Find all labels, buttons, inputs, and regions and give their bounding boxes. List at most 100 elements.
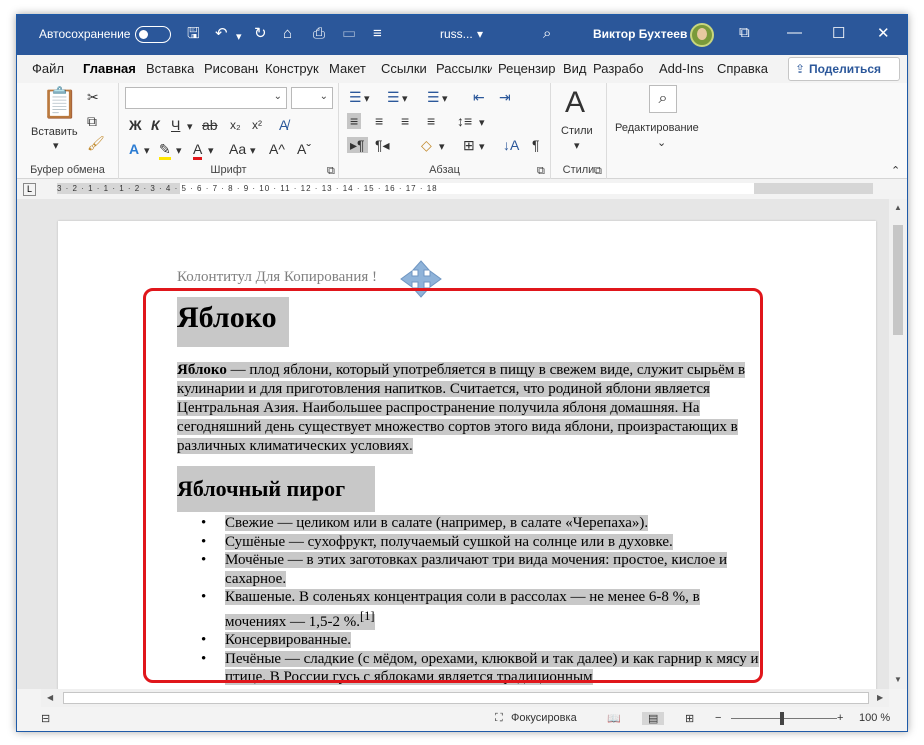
paste-icon[interactable]: 📋 [41, 89, 78, 119]
print-layout-icon[interactable]: ▤ [642, 712, 665, 725]
zoom-level[interactable]: 100 % [859, 712, 890, 724]
paragraph-dialog-launcher-icon[interactable]: ⧉ [537, 163, 545, 179]
tab-mailings[interactable]: Рассылки [436, 61, 492, 76]
styles-dropdown-icon[interactable]: ▾ [574, 138, 580, 154]
shrink-font-button[interactable]: Aˇ [297, 141, 311, 157]
filename-dropdown-icon[interactable]: ▾ [477, 27, 483, 41]
tab-review[interactable]: Рецензир [498, 61, 556, 76]
tab-file[interactable]: Файл [32, 61, 64, 76]
cut-icon[interactable]: ✂ [87, 89, 99, 105]
document-filename[interactable]: russ... [440, 27, 473, 41]
shading-icon[interactable]: ◇ [421, 137, 432, 153]
read-mode-icon[interactable]: 📖 [607, 712, 621, 725]
avatar[interactable] [690, 23, 714, 47]
close-icon[interactable]: ✕ [877, 24, 890, 42]
styles-icon[interactable]: A [565, 87, 585, 119]
tab-selector[interactable]: L [23, 183, 36, 196]
footnote-ref[interactable]: [1] [360, 609, 375, 623]
horizontal-ruler[interactable]: 3 · 2 · 1 · 1 · 1 · 2 · 3 · 4 · 5 · 6 · … [57, 183, 873, 194]
undo-dropdown-icon[interactable]: ▾ [236, 28, 242, 46]
change-case-dropdown-icon[interactable]: ▾ [250, 143, 256, 159]
line-spacing-dropdown-icon[interactable]: ▾ [479, 115, 485, 131]
customize-qat-icon[interactable]: ≡ [373, 25, 382, 43]
undo-icon[interactable]: ↶ [215, 25, 228, 43]
minimize-icon[interactable]: — [787, 24, 802, 41]
numbering-icon[interactable]: ☰ [387, 89, 400, 105]
focus-button[interactable]: Фокусировка [511, 712, 577, 724]
justify-icon[interactable]: ≡ [427, 113, 435, 129]
collapse-ribbon-icon[interactable]: ⌃ [891, 163, 900, 179]
ltr-icon[interactable]: ▸¶ [347, 137, 368, 153]
styles-button[interactable]: Стили [561, 123, 593, 139]
scroll-down-icon[interactable]: ▼ [894, 675, 902, 684]
decrease-indent-icon[interactable]: ⇤ [473, 89, 485, 105]
font-dialog-launcher-icon[interactable]: ⧉ [327, 163, 335, 179]
search-icon[interactable]: ⌕ [543, 25, 551, 43]
text-effects-icon[interactable]: A [129, 141, 139, 157]
copy-icon[interactable]: ⧉ [87, 113, 97, 129]
save-icon[interactable]: 🖫 [187, 25, 200, 43]
align-right-icon[interactable]: ≡ [401, 113, 409, 129]
grow-font-button[interactable]: A^ [269, 141, 285, 157]
borders-dropdown-icon[interactable]: ▾ [479, 139, 485, 155]
strikethrough-button[interactable]: ab [202, 117, 218, 133]
tab-references[interactable]: Ссылки [381, 61, 427, 76]
clear-formatting-icon[interactable]: A̸ [279, 117, 288, 133]
text-effects-dropdown-icon[interactable]: ▾ [144, 143, 150, 159]
editing-button[interactable]: Редактирование [615, 120, 699, 136]
italic-button[interactable]: К [151, 117, 160, 133]
autosave-toggle[interactable] [135, 26, 171, 43]
find-icon[interactable]: ⌕ [649, 85, 677, 113]
quick-print-icon[interactable]: ⎙ [313, 25, 325, 43]
tab-layout[interactable]: Макет [329, 61, 366, 76]
multilevel-dropdown-icon[interactable]: ▾ [442, 91, 448, 107]
editing-dropdown-icon[interactable]: ⌄ [657, 135, 666, 151]
touch-mode-icon[interactable]: ⌂ [283, 25, 292, 43]
ribbon-display-icon[interactable]: ⧉ [739, 24, 750, 41]
vertical-scrollbar[interactable]: ▲ ▼ [889, 199, 907, 689]
selected-content[interactable]: Яблоко Яблоко — плод яблони, который упо… [177, 297, 762, 687]
sort-icon[interactable]: ↓A [503, 137, 519, 153]
tab-add-ins[interactable]: Add-Ins [659, 61, 704, 76]
vertical-scroll-thumb[interactable] [893, 225, 903, 335]
font-color-dropdown-icon[interactable]: ▾ [208, 143, 214, 159]
tab-insert[interactable]: Вставка [146, 61, 194, 76]
redo-icon[interactable]: ↻ [254, 25, 267, 43]
font-color-icon[interactable]: A [193, 141, 203, 160]
focus-icon[interactable]: ⛶ [495, 712, 503, 725]
show-marks-button[interactable]: ¶ [532, 137, 540, 153]
paste-dropdown-icon[interactable]: ▾ [53, 138, 59, 154]
styles-dialog-launcher-icon[interactable]: ⧉ [594, 163, 602, 179]
maximize-icon[interactable]: ☐ [832, 24, 845, 42]
horizontal-scrollbar[interactable]: ◀ ▶ [41, 689, 889, 707]
tab-draw[interactable]: Рисовани [204, 61, 258, 76]
share-button[interactable]: ⇪ Поделиться [788, 57, 900, 81]
horizontal-scroll-thumb[interactable] [63, 692, 869, 704]
multilevel-list-icon[interactable]: ☰ [427, 89, 440, 105]
zoom-slider-thumb[interactable] [780, 712, 784, 725]
tab-help[interactable]: Справка [717, 61, 768, 76]
move-icon[interactable] [398, 259, 444, 299]
zoom-out-button[interactable]: − [715, 712, 721, 724]
underline-button[interactable]: Ч [171, 117, 180, 133]
bullets-icon[interactable]: ☰ [349, 89, 362, 105]
shading-dropdown-icon[interactable]: ▾ [439, 139, 445, 155]
page-header[interactable]: Колонтитул Для Копирования ! [177, 269, 377, 286]
bullets-dropdown-icon[interactable]: ▾ [364, 91, 370, 107]
font-name-combo[interactable]: ⌄ [125, 87, 287, 109]
font-size-combo[interactable]: ⌄ [291, 87, 333, 109]
underline-dropdown-icon[interactable]: ▾ [187, 119, 193, 135]
tab-developer[interactable]: Разрабо [593, 61, 648, 76]
rtl-icon[interactable]: ¶◂ [375, 137, 390, 153]
scroll-right-icon[interactable]: ▶ [877, 693, 883, 702]
scroll-up-icon[interactable]: ▲ [894, 203, 902, 212]
highlight-icon[interactable]: ✎ [159, 141, 171, 160]
align-left-icon[interactable]: ≡ [347, 113, 362, 129]
zoom-in-button[interactable]: + [837, 712, 843, 724]
subscript-button[interactable]: x₂ [230, 117, 241, 133]
macro-record-icon[interactable]: ⊟ [41, 712, 50, 725]
user-name[interactable]: Виктор Бухтеев [593, 27, 687, 41]
zoom-slider[interactable] [731, 718, 837, 719]
format-painter-icon[interactable]: 🖌 [87, 135, 105, 151]
tab-home[interactable]: Главная [83, 61, 136, 76]
